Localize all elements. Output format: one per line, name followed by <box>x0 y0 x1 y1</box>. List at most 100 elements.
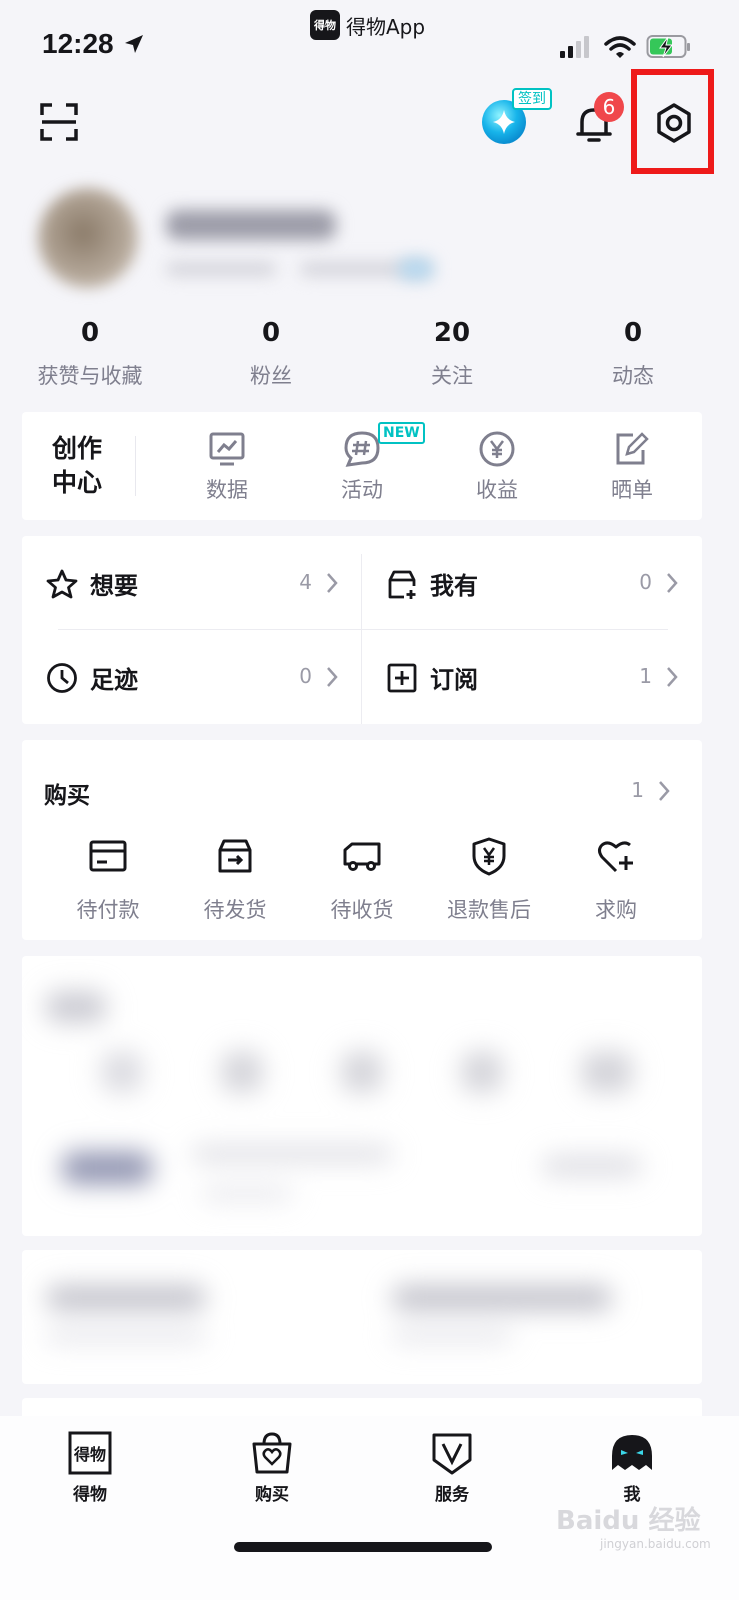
v-shield-icon <box>432 1433 472 1475</box>
chevron-right-icon <box>327 667 338 687</box>
clock-icon <box>47 663 77 693</box>
creator-item-label: 活动 <box>341 478 383 502</box>
tab-dewu[interactable]: 得物 得物 <box>40 1430 140 1505</box>
star-icon <box>46 569 78 599</box>
shield-yen-icon <box>472 837 506 876</box>
collection-subscriptions[interactable]: 订阅 1 <box>362 630 702 724</box>
chevron-right-icon <box>667 667 678 687</box>
collection-want[interactable]: 想要 4 <box>22 536 362 630</box>
tab-service[interactable]: 服务 <box>402 1430 502 1505</box>
stat-value: 0 <box>261 318 281 348</box>
stat-value: 0 <box>623 318 643 348</box>
tab-me[interactable]: 我 <box>582 1430 682 1505</box>
collection-label: 想要 <box>90 572 138 600</box>
blurred-content <box>22 956 702 1236</box>
blurred-card-2[interactable] <box>22 1250 702 1384</box>
dewu-logo-icon: 得物 <box>68 1431 112 1475</box>
notification-badge: 6 <box>594 92 624 122</box>
creator-title-line2: 中心 <box>52 468 103 497</box>
order-label: 退款售后 <box>447 898 531 922</box>
order-pending-receipt[interactable]: 待收货 <box>302 836 422 924</box>
avatar[interactable] <box>38 188 138 288</box>
chevron-right-icon <box>327 573 338 593</box>
creator-center-card: 创作 中心 数据 NEW 活动 收益 晒单 <box>22 412 702 520</box>
creator-item-earnings[interactable]: 收益 <box>447 430 547 504</box>
collection-count: 4 <box>299 570 312 594</box>
order-label: 待付款 <box>76 898 140 922</box>
creator-item-activity[interactable]: NEW 活动 <box>312 422 425 504</box>
collection-count: 1 <box>639 664 652 688</box>
square-plus-icon <box>387 663 417 693</box>
stat-likes[interactable]: 0 获赞与收藏 <box>15 318 165 390</box>
stat-label: 粉丝 <box>250 364 292 388</box>
creator-divider <box>135 436 136 496</box>
order-pending-payment[interactable]: 待付款 <box>48 836 168 924</box>
creator-center-title[interactable]: 创作 中心 <box>52 432 102 500</box>
profile-info-blurred[interactable] <box>160 200 434 280</box>
order-wanted[interactable]: 求购 <box>556 836 676 924</box>
creator-item-data[interactable]: 数据 <box>177 430 277 504</box>
new-tag: NEW <box>378 422 425 444</box>
chevron-right-icon[interactable] <box>658 780 670 802</box>
location-arrow-icon <box>124 35 143 53</box>
box-plus-icon <box>388 570 416 599</box>
stat-value: 20 <box>433 318 471 348</box>
collection-label: 足迹 <box>90 666 138 694</box>
order-refund-aftersale[interactable]: 退款售后 <box>429 836 549 924</box>
card-icon <box>89 840 127 872</box>
creator-item-label: 收益 <box>476 478 518 502</box>
collection-count: 0 <box>639 570 652 594</box>
order-label: 待收货 <box>330 898 394 922</box>
baidu-watermark-url: jingyan.baidu.com <box>600 1537 711 1551</box>
creator-item-label: 数据 <box>206 478 248 502</box>
chevron-right-icon <box>667 573 678 593</box>
battery-charging-icon <box>646 35 690 58</box>
hashtag-bubble-icon <box>344 431 380 467</box>
tab-buy[interactable]: 购买 <box>222 1430 322 1505</box>
stat-label: 关注 <box>431 364 473 388</box>
checkin-button[interactable]: 签到 <box>480 88 560 148</box>
blurred-card-1[interactable] <box>22 956 702 1236</box>
checkin-label: 签到 <box>512 88 552 110</box>
tab-label: 得物 <box>73 1485 107 1505</box>
collection-label: 我有 <box>430 572 478 600</box>
purchase-card: 购买 1 待付款 待发货 待收货 退款售后 求购 <box>22 740 702 940</box>
box-arrow-icon <box>218 839 252 873</box>
tab-label: 购买 <box>255 1485 289 1505</box>
scan-icon[interactable] <box>40 103 78 141</box>
status-icons <box>560 34 692 60</box>
status-time: 12:28 <box>42 28 146 60</box>
monitor-chart-icon <box>209 432 245 466</box>
collection-history[interactable]: 足迹 0 <box>22 630 362 724</box>
creator-title-line1: 创作 <box>52 434 103 463</box>
purchase-title[interactable]: 购买 <box>44 776 90 810</box>
order-label: 待发货 <box>203 898 267 922</box>
app-indicator: 得物 得物App <box>310 10 425 40</box>
wifi-icon <box>604 36 636 58</box>
settings-highlight-box <box>631 69 714 174</box>
collection-count: 0 <box>299 664 312 688</box>
home-indicator <box>234 1542 492 1552</box>
app-logo: 得物 <box>310 10 340 40</box>
creator-item-label: 晒单 <box>611 478 653 502</box>
stat-label: 动态 <box>612 364 654 388</box>
tab-label: 服务 <box>435 1485 469 1505</box>
app-name: 得物App <box>346 14 426 39</box>
stat-label: 获赞与收藏 <box>37 364 143 388</box>
purchase-count: 1 <box>631 778 644 802</box>
order-pending-shipment[interactable]: 待发货 <box>175 836 295 924</box>
stat-following[interactable]: 20 关注 <box>377 318 527 390</box>
notification-button[interactable]: 6 <box>572 92 624 150</box>
stat-posts[interactable]: 0 动态 <box>558 318 708 390</box>
order-label: 求购 <box>595 898 637 922</box>
dewu-logo-text: 得物 <box>73 1445 106 1464</box>
stat-followers[interactable]: 0 粉丝 <box>196 318 346 390</box>
collection-label: 订阅 <box>430 666 478 694</box>
cellular-signal-icon <box>560 36 589 58</box>
baidu-watermark: Baidu 经验 <box>556 1506 701 1536</box>
blurred-content <box>22 1250 702 1384</box>
ghost-avatar-icon <box>612 1435 652 1470</box>
collection-own[interactable]: 我有 0 <box>362 536 702 630</box>
yen-coin-icon <box>479 431 515 467</box>
creator-item-showcase[interactable]: 晒单 <box>582 430 682 504</box>
